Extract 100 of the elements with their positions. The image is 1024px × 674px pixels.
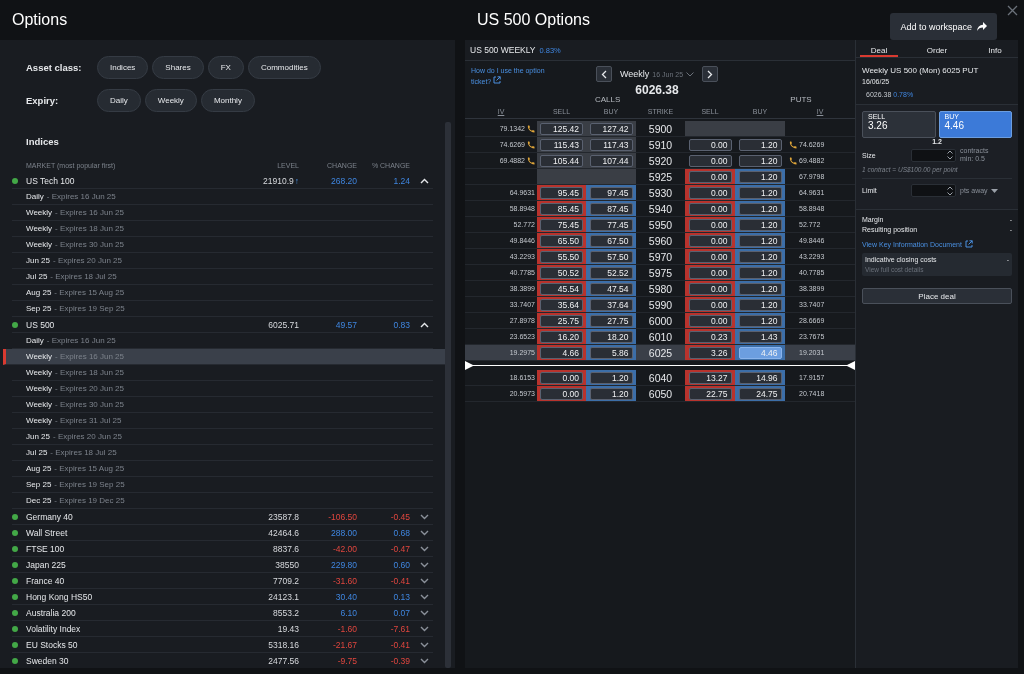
sell-quote-button[interactable]: 0.00 [688,298,732,311]
sell-quote-button[interactable]: 85.45 [540,202,583,215]
chevron-down-icon[interactable] [420,545,429,552]
expiry-item[interactable]: Sep 25 - Expires 19 Sep 25 [12,301,433,317]
filter-chip[interactable]: Shares [152,56,204,79]
market-name[interactable]: US Tech 100 [26,175,227,186]
place-deal-button[interactable]: Place deal [862,288,1012,304]
sell-quote-button[interactable]: 3.26 [688,346,732,359]
chevron-up-icon[interactable] [420,177,429,184]
sell-quote-button[interactable]: 0.00 [540,371,583,384]
buy-quote-button[interactable]: 97.45 [589,186,633,199]
buy-quote-button[interactable]: 1.20 [738,170,782,183]
market-name[interactable]: France 40 [26,575,227,586]
ticket-tab[interactable]: Info [976,40,1014,57]
buy-quote-button[interactable]: 127.42 [589,122,633,135]
chevron-down-icon[interactable] [420,641,429,648]
filter-chip[interactable]: FX [207,56,244,79]
sell-quote-button[interactable]: 0.00 [688,138,732,151]
buy-quote-button[interactable]: 5.86 [589,346,633,359]
market-name[interactable]: Australia 200 [26,607,227,618]
sell-quote-button[interactable]: 0.00 [540,387,583,400]
buy-quote-button[interactable]: 1.20 [738,234,782,247]
expiry-item[interactable]: Aug 25 - Expires 15 Aug 25 [12,461,433,477]
sell-quote-button[interactable]: 95.45 [540,186,583,199]
sell-quote-button[interactable]: 125.42 [540,122,583,135]
market-name[interactable]: EU Stocks 50 [26,639,227,650]
market-name[interactable]: Sweden 30 [26,655,227,666]
expiry-item[interactable]: Sep 25 - Expires 19 Sep 25 [12,477,433,493]
chevron-up-icon[interactable] [420,321,429,328]
market-name[interactable]: FTSE 100 [26,543,227,554]
ticket-tab[interactable]: Deal [860,40,898,57]
buy-quote-button[interactable]: 1.20 [738,282,782,295]
sell-quote-button[interactable]: 0.00 [688,186,732,199]
buy-quote-button[interactable]: 1.20 [738,314,782,327]
chevron-down-icon[interactable] [420,577,429,584]
expiry-item[interactable]: Weekly - Expires 30 Jun 25 [12,397,433,413]
buy-quote-button[interactable]: 37.64 [589,298,633,311]
previous-button[interactable] [595,66,612,82]
expiry-item[interactable]: Weekly - Expires 18 Jun 25 [12,365,433,381]
filter-chip[interactable]: Indices [97,56,149,79]
sell-quote-button[interactable]: 55.50 [540,250,583,263]
expiry-item[interactable]: Aug 25 - Expires 15 Aug 25 [12,285,433,301]
limit-field[interactable] [911,184,956,197]
sell-quote-button[interactable]: 0.00 [688,170,732,183]
buy-quote-button[interactable]: 1.20 [738,250,782,263]
sell-quote-button[interactable]: 105.44 [540,154,583,167]
sell-quote-button[interactable]: 0.00 [688,250,732,263]
buy-quote-button[interactable]: 1.20 [589,387,633,400]
expiry-item[interactable]: Jun 25 - Expires 20 Jun 25 [12,429,433,445]
market-name[interactable]: Wall Street [26,527,227,538]
buy-quote-button[interactable]: 117.43 [589,138,633,151]
market-name[interactable]: Germany 40 [26,511,227,522]
filter-chip[interactable]: Commodities [247,56,321,79]
buy-quote-button[interactable]: 47.54 [589,282,633,295]
expiry-item[interactable]: Jul 25 - Expires 18 Jul 25 [12,445,433,461]
sell-quote-button[interactable]: 0.00 [688,314,732,327]
buy-quote-button[interactable]: 57.50 [589,250,633,263]
buy-quote-button[interactable]: 1.20 [589,371,633,384]
sell-quote-button[interactable]: 16.20 [540,330,583,343]
buy-quote-button[interactable]: 1.20 [738,202,782,215]
buy-quote-button[interactable]: 87.45 [589,202,633,215]
sell-quote-button[interactable]: 22.75 [688,387,732,400]
chevron-down-icon[interactable] [420,625,429,632]
ticket-tab[interactable]: Order [918,40,956,57]
expiry-item[interactable]: Weekly - Expires 30 Jun 25 [12,237,433,253]
sell-quote-button[interactable]: 0.00 [688,218,732,231]
buy-quote-button[interactable]: 27.75 [589,314,633,327]
chevron-down-icon[interactable] [420,513,429,520]
filter-chip[interactable]: Daily [97,89,141,112]
sell-quote-button[interactable]: 25.75 [540,314,583,327]
buy-quote-button[interactable]: 1.20 [738,298,782,311]
buy-quote-button[interactable]: 24.75 [738,387,782,400]
sell-quote-button[interactable]: 65.50 [540,234,583,247]
scrollbar[interactable] [445,122,451,668]
buy-quote-button[interactable]: 52.52 [589,266,633,279]
buy-quote-button[interactable]: 18.20 [589,330,633,343]
buy-quote-button[interactable]: 1.20 [738,218,782,231]
sell-quote-button[interactable]: 45.54 [540,282,583,295]
chevron-down-icon[interactable] [420,657,429,664]
size-field[interactable] [911,148,956,162]
sell-quote-button[interactable]: 115.43 [540,138,583,151]
sell-quote-button[interactable]: 35.64 [540,298,583,311]
next-button[interactable] [702,66,719,82]
sell-quote-button[interactable]: 0.00 [688,234,732,247]
sell-quote-button[interactable]: 0.00 [688,154,732,167]
buy-quote-button[interactable]: 67.50 [589,234,633,247]
buy-quote-button[interactable]: 1.20 [738,154,782,167]
buy-quote-button[interactable]: 1.20 [738,138,782,151]
market-name[interactable]: US 500 [26,319,227,330]
filter-chip[interactable]: Weekly [144,89,197,112]
market-name[interactable]: Hong Kong HS50 [26,591,227,602]
chevron-down-icon[interactable] [420,561,429,568]
expiry-item[interactable]: Daily - Expires 16 Jun 25 [12,189,433,205]
sell-quote-button[interactable]: 0.00 [688,266,732,279]
close-icon[interactable] [1007,5,1018,16]
sell-quote-button[interactable]: 0.00 [688,202,732,215]
buy-quote-button[interactable]: 107.44 [589,154,633,167]
add-to-workspace-button[interactable]: Add to workspace [890,13,997,40]
chevron-down-icon[interactable] [420,609,429,616]
chevron-down-icon[interactable] [420,529,429,536]
